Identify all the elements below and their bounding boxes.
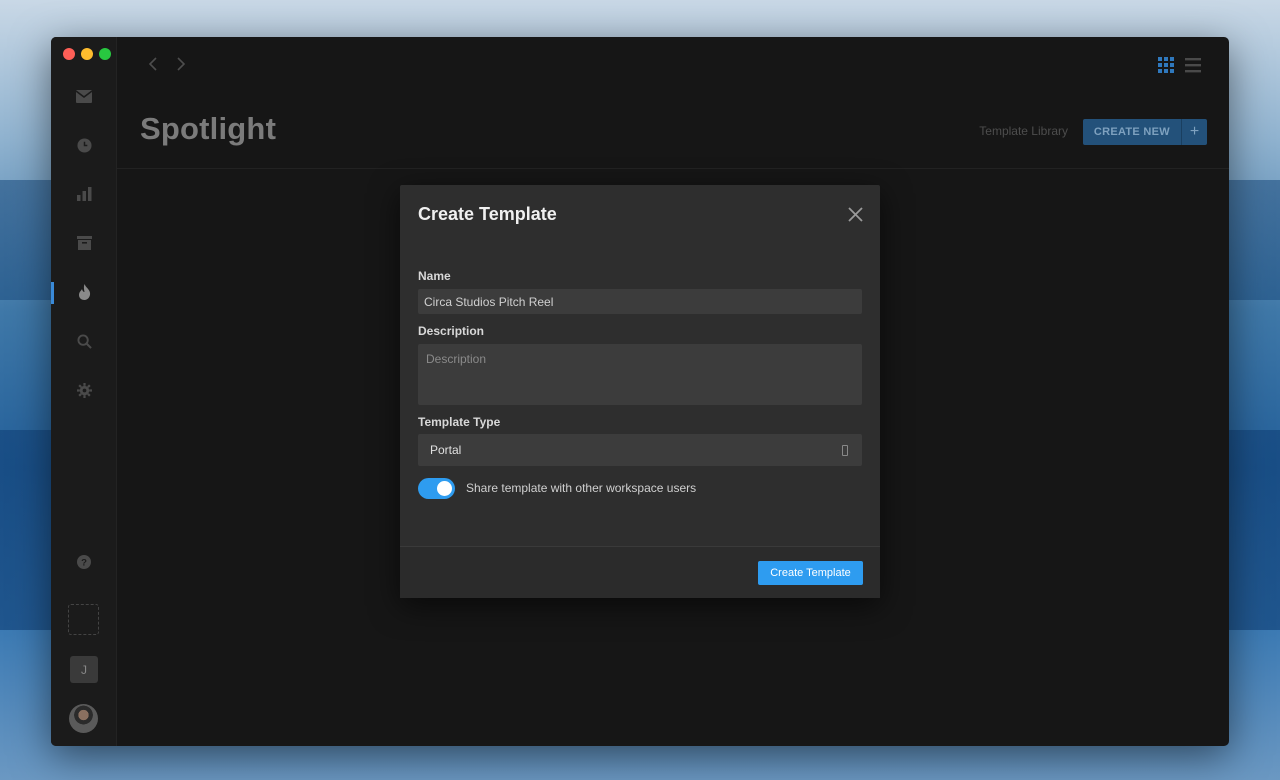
gear-icon[interactable]	[75, 381, 93, 399]
create-new-label[interactable]: CREATE NEW	[1083, 119, 1181, 145]
clock-icon[interactable]	[75, 136, 93, 154]
archive-icon[interactable]	[75, 234, 93, 252]
name-label: Name	[418, 269, 451, 283]
top-bar	[117, 37, 1229, 93]
modal-footer: Create Template	[400, 546, 880, 598]
workspace-switcher[interactable]: J	[70, 656, 98, 683]
flame-icon[interactable]	[75, 283, 93, 301]
mail-icon[interactable]	[75, 87, 93, 105]
select-caret-icon	[842, 445, 848, 456]
create-template-modal: Create Template Name Description Templat…	[400, 185, 880, 598]
create-template-button[interactable]: Create Template	[758, 561, 863, 585]
maximize-window-button[interactable]	[99, 48, 111, 60]
page-header: Spotlight Template Library CREATE NEW +	[117, 93, 1229, 169]
close-window-button[interactable]	[63, 48, 75, 60]
help-icon[interactable]: ?	[75, 553, 93, 571]
name-field[interactable]	[418, 289, 862, 314]
create-new-plus-button[interactable]: +	[1181, 119, 1207, 145]
list-view-icon[interactable]	[1185, 57, 1201, 73]
back-chevron-icon[interactable]	[146, 56, 162, 72]
share-toggle[interactable]	[418, 478, 455, 499]
toggle-knob	[437, 481, 452, 496]
add-workspace-placeholder[interactable]	[68, 604, 99, 635]
modal-title: Create Template	[418, 204, 557, 224]
window-controls	[63, 48, 111, 60]
grid-view-icon[interactable]	[1158, 57, 1174, 73]
app-window: ? J Spotlight Template Library CREATE NE…	[51, 37, 1229, 746]
forward-chevron-icon[interactable]	[172, 56, 188, 72]
share-toggle-label: Share template with other workspace user…	[466, 481, 697, 495]
svg-text:?: ?	[81, 558, 87, 569]
avatar[interactable]	[69, 704, 98, 733]
template-type-value: Portal	[430, 443, 462, 457]
page-title: Spotlight	[140, 111, 277, 146]
sidebar-active-indicator	[51, 282, 54, 304]
template-library-link[interactable]: Template Library	[979, 124, 1068, 138]
description-label: Description	[418, 324, 485, 338]
bar-chart-icon[interactable]	[75, 185, 93, 203]
minimize-window-button[interactable]	[81, 48, 93, 60]
template-type-select[interactable]: Portal	[418, 434, 862, 466]
description-field[interactable]	[418, 344, 862, 405]
sidebar: ? J	[51, 37, 117, 746]
template-type-label: Template Type	[418, 415, 501, 429]
create-new-button[interactable]: CREATE NEW +	[1082, 119, 1207, 145]
close-icon[interactable]	[848, 207, 863, 222]
search-icon[interactable]	[75, 332, 93, 350]
